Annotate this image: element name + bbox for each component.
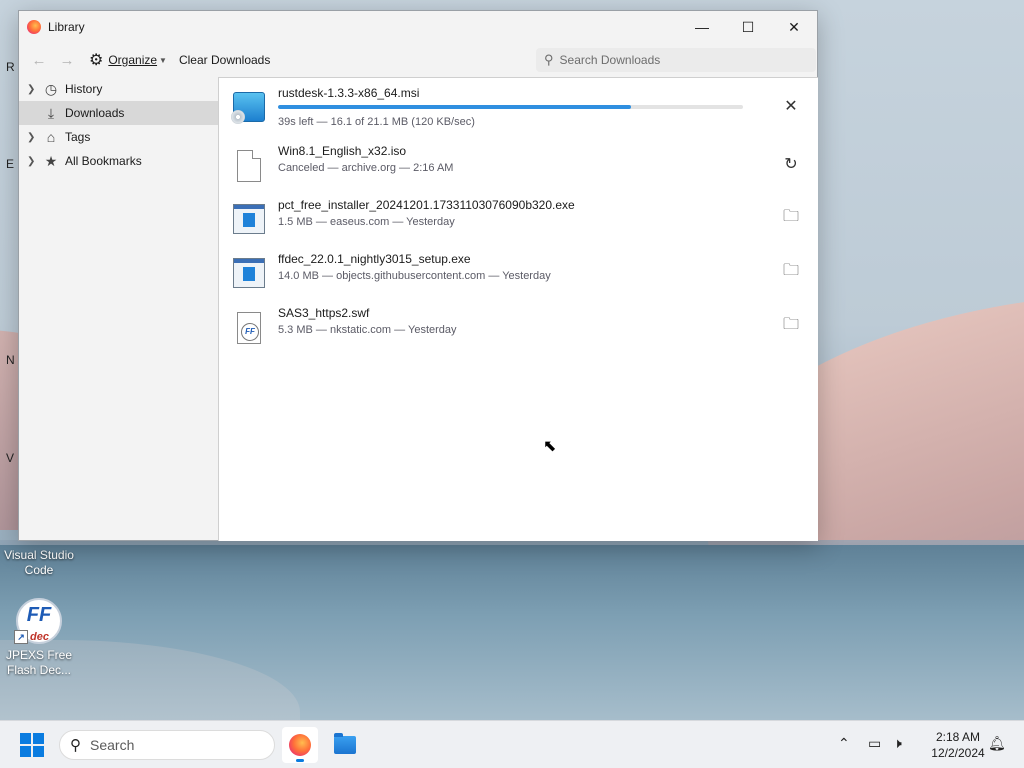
download-filename: SAS3_https2.swf (278, 306, 370, 320)
sidebar-item-label: History (65, 82, 103, 96)
sidebar-item-label: All Bookmarks (65, 154, 142, 168)
folder-icon: 🗀 (782, 207, 799, 225)
desktop-icon-label: Visual Studio Code (4, 548, 74, 577)
download-status: Canceled — archive.org — 2:16 AM (278, 162, 454, 174)
taskbar-clock[interactable]: 2:18 AM 12/2/2024 (918, 729, 998, 761)
back-arrow-icon[interactable]: ← (27, 48, 51, 72)
show-in-folder-button[interactable]: 🗀 (779, 206, 803, 230)
chevron-down-icon: ▼ (159, 55, 167, 65)
taskbar: ⚲ Search ⌃ ▭ 🕨 2:18 AM 12/2/2024 🔔︎ (0, 720, 1024, 768)
forward-arrow-icon[interactable]: → (55, 48, 79, 72)
jpexs-ffdec-icon: FF dec ↗ (14, 598, 62, 644)
title-bar[interactable]: Library — ☐ ✕ (19, 11, 817, 43)
download-progress-bar (278, 105, 743, 109)
taskbar-app-firefox[interactable] (282, 727, 318, 763)
desktop-icon-jpexs[interactable]: FF dec ↗ JPEXS Free Flash Dec... (0, 598, 78, 678)
minimize-button[interactable]: — (679, 11, 725, 43)
maximize-button[interactable]: ☐ (725, 11, 771, 43)
search-icon: ⚲ (70, 737, 81, 754)
file-icon (237, 150, 261, 182)
network-icon[interactable]: ▭ (868, 735, 881, 752)
expand-chevron-icon[interactable]: ❯ (27, 156, 41, 167)
window-title: Library (48, 20, 85, 34)
taskbar-search-placeholder: Search (90, 737, 135, 753)
download-filename: rustdesk-1.3.3-x86_64.msi (278, 86, 420, 100)
clear-downloads-button[interactable]: Clear Downloads (173, 48, 276, 72)
windows-logo-icon (20, 733, 31, 744)
cancel-download-button[interactable]: ✕ (779, 94, 803, 118)
organize-label: Organize (108, 53, 158, 67)
folder-icon: 🗀 (782, 315, 799, 333)
search-icon: ⚲ (544, 52, 554, 67)
download-status: 5.3 MB — nkstatic.com — Yesterday (278, 324, 457, 336)
download-item[interactable]: SAS3_https2.swf 5.3 MB — nkstatic.com — … (219, 300, 817, 354)
download-progress-fill (278, 105, 632, 109)
exe-installer-icon (233, 204, 265, 234)
download-status: 14.0 MB — objects.githubusercontent.com … (278, 270, 551, 282)
file-explorer-icon (334, 733, 356, 754)
download-filename: Win8.1_English_x32.iso (278, 144, 407, 158)
download-item[interactable]: rustdesk-1.3.3-x86_64.msi 39s left — 16.… (219, 80, 817, 134)
star-icon: ★ (44, 152, 58, 169)
expand-chevron-icon[interactable]: ❯ (27, 132, 41, 143)
desktop-icon-label-fragment: R (6, 60, 15, 74)
start-button[interactable] (20, 733, 44, 757)
sidebar-item-all-bookmarks[interactable]: ❯ ★ All Bookmarks (19, 149, 218, 173)
show-in-folder-button[interactable]: 🗀 (779, 260, 803, 284)
mouse-cursor-icon: ⬉ (543, 438, 557, 455)
organize-button[interactable]: ⚙ Organize ▼ (83, 48, 173, 72)
taskbar-app-file-explorer[interactable] (327, 727, 363, 763)
download-status: 1.5 MB — easeus.com — Yesterday (278, 216, 455, 228)
desktop-icon-label-fragment: E (6, 157, 15, 171)
retry-download-button[interactable]: ↻ (779, 152, 803, 176)
taskbar-search-box[interactable]: ⚲ Search (59, 730, 275, 760)
tag-icon: ⌂ (46, 129, 56, 145)
sidebar-item-tags[interactable]: ❯ ⌂ Tags (19, 125, 218, 149)
search-downloads-input[interactable]: ⚲ Search Downloads (536, 48, 816, 72)
notification-bell-icon[interactable]: 🔔︎ (988, 735, 1006, 752)
show-in-folder-button[interactable]: 🗀 (779, 314, 803, 338)
download-item[interactable]: Win8.1_English_x32.iso Canceled — archiv… (219, 138, 817, 192)
desktop-icon-label-fragment: V (6, 451, 15, 465)
firefox-icon (289, 734, 311, 756)
clock-icon: ◷ (44, 80, 58, 97)
clock-time: 2:18 AM (935, 730, 981, 744)
download-filename: pct_free_installer_20241201.173311030760… (278, 198, 575, 212)
download-status: 39s left — 16.1 of 21.1 MB (120 KB/sec) (278, 116, 475, 128)
download-filename: ffdec_22.0.1_nightly3015_setup.exe (278, 252, 471, 266)
download-item[interactable]: pct_free_installer_20241201.173311030760… (219, 192, 817, 246)
gear-icon: ⚙ (89, 52, 104, 69)
volume-muted-icon[interactable]: 🕨 (893, 735, 902, 752)
desktop-icon-label-fragment: N (6, 353, 15, 367)
close-window-button[interactable]: ✕ (771, 11, 817, 43)
msi-installer-icon (231, 92, 265, 124)
clock-date: 12/2/2024 (931, 746, 985, 760)
expand-chevron-icon[interactable]: ❯ (27, 84, 41, 95)
library-toolbar: ← → ⚙ Organize ▼ Clear Downloads ⚲ Searc… (19, 43, 817, 77)
downloads-list: rustdesk-1.3.3-x86_64.msi 39s left — 16.… (218, 77, 818, 541)
download-icon: ⤓ (47, 104, 55, 121)
sidebar-item-downloads[interactable]: ⤓ Downloads (19, 101, 218, 125)
retry-icon: ↻ (784, 156, 798, 173)
library-sidebar: ❯ ◷ History ⤓ Downloads ❯ ⌂ Tags ❯ ★ All… (19, 77, 218, 541)
swf-file-icon (237, 312, 261, 344)
exe-installer-icon (233, 258, 265, 288)
show-hidden-icons-chevron-icon[interactable]: ⌃ (838, 735, 850, 752)
sidebar-item-history[interactable]: ❯ ◷ History (19, 77, 218, 101)
desktop-icon-label: JPEXS Free Flash Dec... (5, 648, 73, 677)
folder-icon: 🗀 (782, 261, 799, 279)
library-window: Library — ☐ ✕ ← → ⚙ Organize ▼ Clear Dow… (18, 10, 818, 541)
sidebar-item-label: Downloads (65, 106, 125, 120)
sidebar-item-label: Tags (65, 130, 91, 144)
firefox-icon (27, 20, 41, 34)
desktop-icon-vscode[interactable]: Visual Studio Code (0, 548, 78, 578)
close-icon: ✕ (784, 98, 798, 115)
shortcut-arrow-icon: ↗ (14, 630, 28, 644)
download-item[interactable]: ffdec_22.0.1_nightly3015_setup.exe 14.0 … (219, 246, 817, 300)
search-placeholder: Search Downloads (559, 53, 661, 67)
